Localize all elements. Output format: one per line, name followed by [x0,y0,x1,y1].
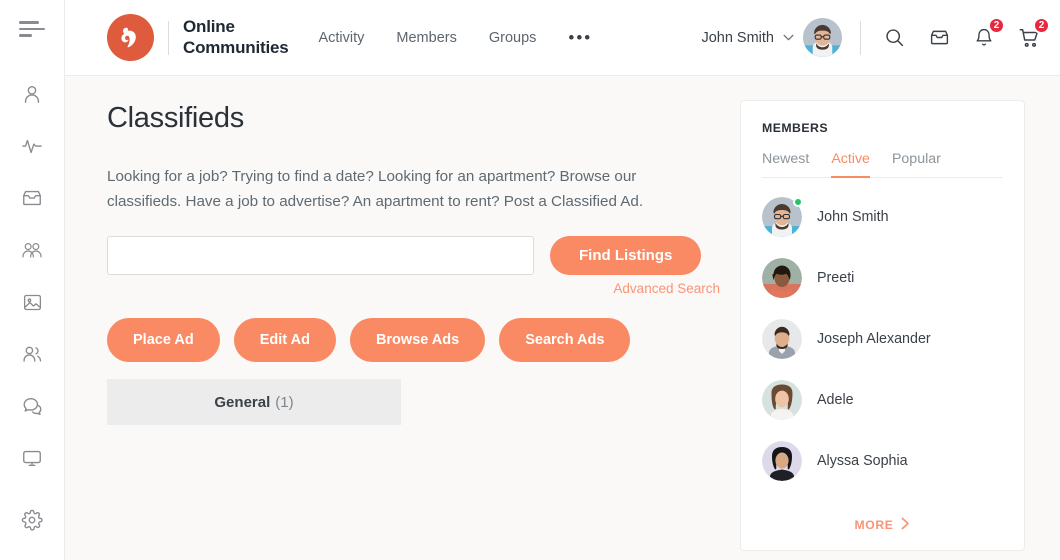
primary-nav: Activity Members Groups ••• [318,30,592,46]
category-count: (1) [275,394,293,411]
hamburger-line [19,34,32,37]
list-item[interactable]: John Smith [762,186,1003,247]
search-row: Find Listings [107,236,720,275]
category-bar: General (1) [107,379,720,425]
brand-title: Online Communities [183,17,288,57]
sidebar-item-groups[interactable] [6,224,58,276]
sidebar-item-settings[interactable] [6,494,58,546]
member-name: John Smith [817,209,889,225]
list-item[interactable]: Joseph Alexander [762,308,1003,369]
avatar [762,319,802,359]
members-more-label: MORE [855,518,894,532]
search-ads-button[interactable]: Search Ads [499,318,630,362]
page-title: Classifieds [107,102,720,135]
chevron-down-icon [783,32,794,44]
gear-icon [21,509,43,531]
header-divider [860,21,861,55]
search-icon[interactable] [881,25,907,51]
messages-inbox-icon[interactable] [926,25,952,51]
inbox-icon [21,187,43,209]
list-item[interactable]: Alyssa Sophia [762,430,1003,491]
members-list: John Smith [762,186,1003,506]
user-icon [21,83,43,105]
list-item[interactable]: Preeti [762,247,1003,308]
sidebar-item-media[interactable] [6,276,58,328]
sidebar-item-profile[interactable] [6,68,58,120]
browse-ads-button[interactable]: Browse Ads [350,318,485,362]
avatar [762,380,802,420]
nav-item-groups[interactable]: Groups [489,30,537,46]
edit-ad-button[interactable]: Edit Ad [234,318,336,362]
monitor-icon [21,447,43,469]
tab-active[interactable]: Active [831,151,870,178]
main-content: Classifieds Looking for a job? Trying to… [107,76,720,560]
rail-footer [0,484,64,560]
action-button-group: Place Ad Edit Ad Browse Ads Search Ads [107,318,720,362]
place-ad-button[interactable]: Place Ad [107,318,220,362]
member-name: Adele [817,392,854,408]
site-header: Online Communities Activity Members Grou… [65,0,1060,76]
member-name: Preeti [817,270,854,286]
sidebar-item-inbox[interactable] [6,172,58,224]
avatar [762,441,802,481]
nav-item-members[interactable]: Members [396,30,456,46]
members-tabs: Newest Active Popular [762,151,1003,178]
category-tab-general[interactable]: General (1) [107,379,401,425]
groups-icon [20,239,44,261]
sidebar-item-forums[interactable] [6,380,58,432]
tab-popular[interactable]: Popular [892,151,941,178]
list-item[interactable]: Adele [762,369,1003,430]
category-label: General [214,394,270,411]
image-icon [22,292,43,313]
advanced-search-row: Advanced Search [107,281,720,296]
avatar [762,197,802,237]
rail-item-list [0,58,64,484]
activity-pulse-icon [21,135,43,157]
avatar[interactable] [803,18,842,57]
brand-line-2: Communities [183,38,288,58]
stage: Online Communities Activity Members Grou… [65,0,1060,560]
cart-badge: 2 [1033,17,1050,34]
hamburger-icon[interactable] [19,21,45,37]
hamburger-line [19,28,45,31]
rail-header [0,0,64,58]
members-card-title: MEMBERS [762,121,1003,135]
brand-divider [168,21,169,55]
app-root: Online Communities Activity Members Grou… [0,0,1060,560]
members-more-link[interactable]: MORE [762,506,1003,550]
member-name: Alyssa Sophia [817,453,908,469]
header-right: John Smith [701,18,1042,57]
member-name: Joseph Alexander [817,331,931,347]
nav-more-icon[interactable]: ••• [568,32,592,44]
notifications-bell-icon[interactable]: 2 [971,25,997,51]
left-icon-rail [0,0,65,560]
brand-line-1: Online [183,17,288,37]
right-sidebar: MEMBERS Newest Active Popular [740,76,1025,560]
nav-item-activity[interactable]: Activity [318,30,364,46]
chevron-right-icon [901,517,910,533]
page-body: Classifieds Looking for a job? Trying to… [65,76,1060,560]
notifications-badge: 2 [988,17,1005,34]
avatar [762,258,802,298]
intro-text: Looking for a job? Trying to find a date… [107,165,707,214]
brand[interactable]: Online Communities [107,14,288,61]
user-menu[interactable]: John Smith [701,18,842,57]
friends-icon [21,343,44,365]
chat-bubble-icon [21,395,44,417]
members-card: MEMBERS Newest Active Popular [740,100,1025,551]
online-status-dot [793,197,803,207]
cart-icon[interactable]: 2 [1016,25,1042,51]
buddypress-logo-icon [107,14,154,61]
search-input[interactable] [107,236,534,275]
header-icon-group: 2 2 [881,25,1042,51]
sidebar-item-activity[interactable] [6,120,58,172]
sidebar-item-screen[interactable] [6,432,58,484]
hamburger-line [19,21,39,24]
find-listings-button[interactable]: Find Listings [550,236,701,275]
user-name: John Smith [701,30,774,46]
sidebar-item-friends[interactable] [6,328,58,380]
tab-newest[interactable]: Newest [762,151,809,178]
advanced-search-link[interactable]: Advanced Search [613,281,720,296]
